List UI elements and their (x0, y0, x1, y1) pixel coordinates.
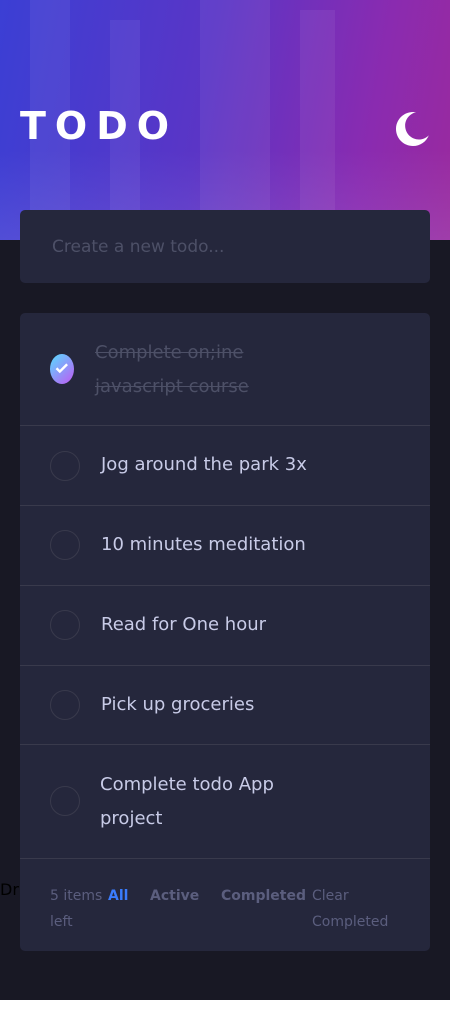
moon-icon (396, 112, 429, 146)
todo-item[interactable]: Complete todo App project (20, 745, 430, 859)
todo-item[interactable]: 10 minutes meditation (20, 506, 430, 586)
filter-completed-button[interactable]: Completed (221, 883, 306, 909)
checkbox-checked[interactable] (50, 354, 74, 384)
new-todo-input[interactable] (50, 235, 430, 258)
app-title: TODO (20, 104, 179, 148)
list-footer: 5 items left All Active Completed Clear … (20, 859, 430, 951)
todo-item[interactable]: Complete on;ine javascript course (20, 313, 430, 426)
side-text: Dr (0, 880, 19, 899)
todo-text[interactable]: Pick up groceries (101, 688, 254, 722)
check-icon (55, 363, 68, 374)
checkbox[interactable] (50, 451, 80, 481)
items-left-count: 5 items left (50, 888, 103, 930)
checkbox[interactable] (50, 610, 80, 640)
filter-all-button[interactable]: All (108, 883, 128, 909)
todo-text[interactable]: 10 minutes meditation (101, 528, 306, 562)
todo-item[interactable]: Pick up groceries (20, 666, 430, 745)
todo-text[interactable]: Complete on;ine javascript course (95, 336, 295, 404)
todo-list: Complete on;ine javascript course Jog ar… (20, 313, 430, 951)
todo-item[interactable]: Jog around the park 3x (20, 426, 430, 506)
checkbox[interactable] (50, 690, 80, 720)
checkbox[interactable] (50, 530, 80, 560)
new-todo-field[interactable] (20, 210, 430, 283)
todo-text[interactable]: Read for One hour (101, 608, 266, 642)
todo-item[interactable]: Read for One hour (20, 586, 430, 666)
todo-text[interactable]: Complete todo App project (100, 768, 330, 836)
theme-toggle-button[interactable] (396, 112, 432, 148)
todo-text[interactable]: Jog around the park 3x (101, 448, 307, 482)
filter-active-button[interactable]: Active (150, 883, 199, 909)
checkbox[interactable] (50, 786, 80, 816)
clear-completed-button[interactable]: Clear Completed (312, 883, 412, 935)
